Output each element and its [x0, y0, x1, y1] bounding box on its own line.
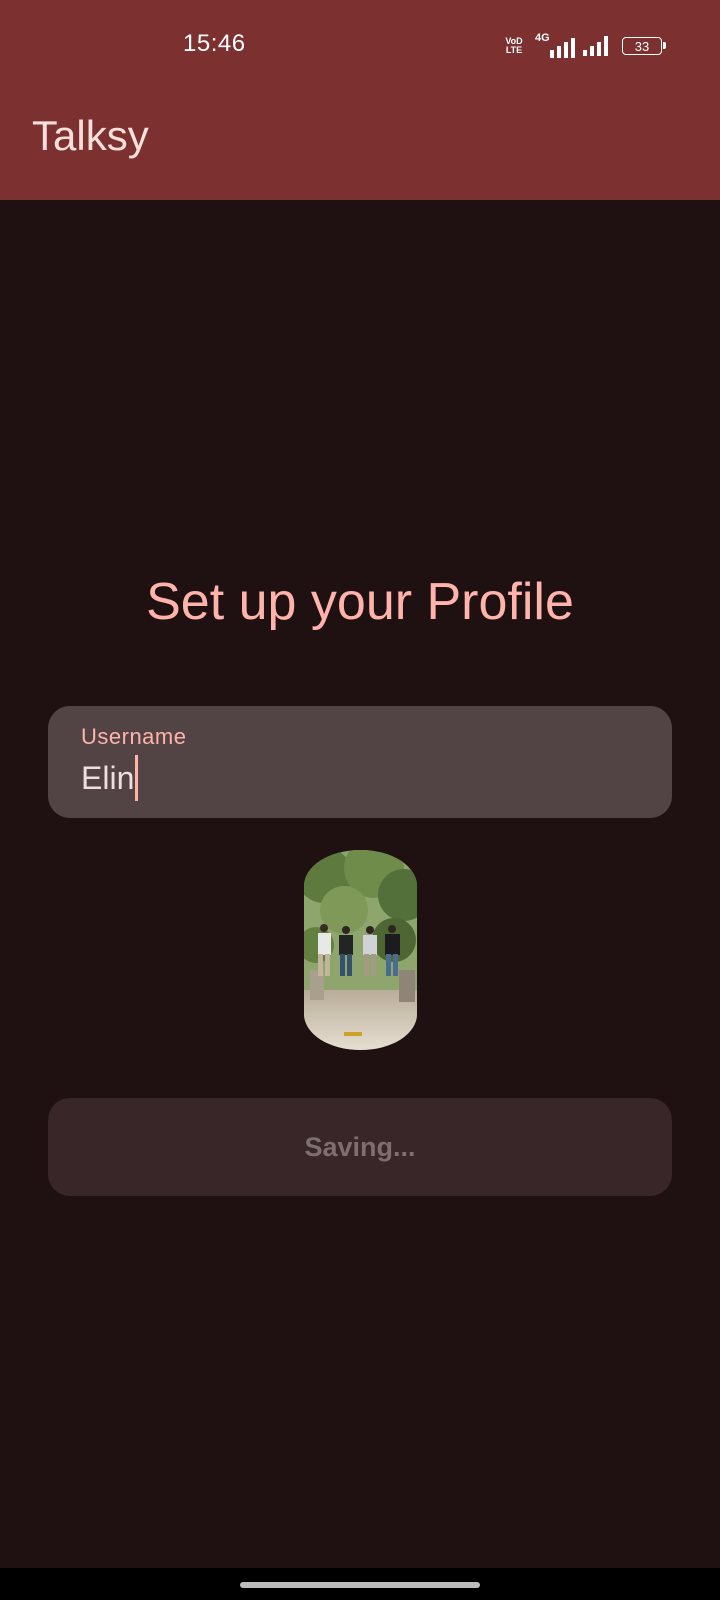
app-title: Talksy: [32, 112, 149, 159]
status-time: 15:46: [183, 30, 246, 57]
status-icons: VoD LTE 4G 33: [501, 32, 666, 59]
network-type-label: 4G: [535, 32, 550, 44]
username-field[interactable]: Username Elin: [48, 706, 672, 818]
navigation-bar: [0, 1568, 720, 1600]
volte-icon: VoD LTE: [505, 36, 523, 55]
username-input[interactable]: Elin: [81, 755, 139, 801]
app-bar: Talksy: [0, 92, 720, 200]
signal-bars-1: [550, 38, 575, 58]
status-bar: 15:46 VoD LTE 4G 33: [0, 0, 720, 92]
profile-photo-icon: [304, 850, 417, 1050]
home-gesture-handle[interactable]: [240, 1582, 480, 1588]
save-profile-button[interactable]: Saving...: [48, 1098, 672, 1196]
battery-icon: 33: [622, 37, 666, 55]
battery-level: 33: [634, 38, 650, 54]
network-4g-signal-icon: 4G: [535, 32, 575, 58]
signal-bars-2-icon: [583, 36, 608, 56]
text-cursor: [135, 755, 139, 801]
username-value: Elin: [81, 759, 135, 796]
username-label: Username: [81, 724, 187, 749]
page-heading: Set up your Profile: [146, 573, 574, 631]
profile-avatar[interactable]: [304, 850, 417, 1050]
